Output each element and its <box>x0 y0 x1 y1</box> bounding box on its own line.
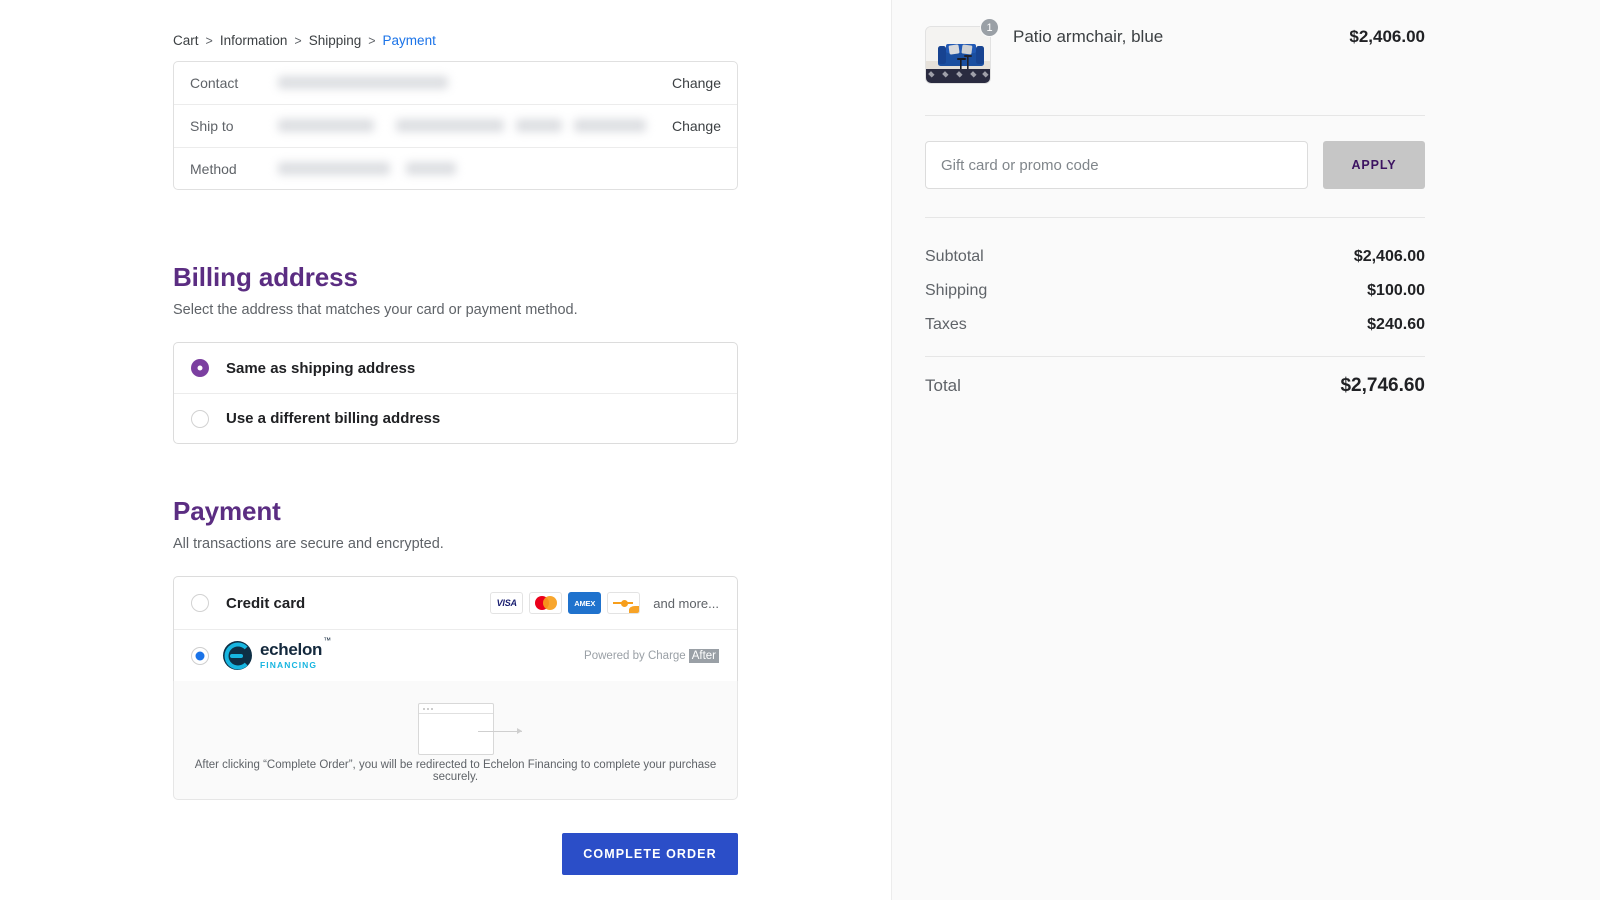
shipping-row: Shipping $100.00 <box>925 274 1425 308</box>
checkout-main-column: Cart > Information > Shipping > Payment … <box>0 0 891 900</box>
order-totals: Subtotal $2,406.00 Shipping $100.00 Taxe… <box>925 240 1425 405</box>
radio-selected-icon[interactable] <box>191 646 209 665</box>
discover-icon <box>607 592 641 614</box>
product-image <box>926 27 990 83</box>
method-row: Method <box>174 147 737 189</box>
trademark-icon: ™ <box>323 635 331 645</box>
visa-icon: VISA <box>490 592 524 614</box>
payment-option-echelon-financing[interactable]: echelon™ FINANCING Powered by Charge Afte… <box>174 629 737 681</box>
order-summary-panel: 1 Patio armchair, blue $2,406.00 APPLY S… <box>891 0 1600 900</box>
order-details-card: Contact Change Ship to Change Method <box>173 61 738 190</box>
shipping-label: Shipping <box>925 282 988 299</box>
total-value: $2,746.60 <box>1340 375 1425 396</box>
divider <box>925 217 1425 218</box>
breadcrumb-item-information[interactable]: Information <box>220 33 288 48</box>
quantity-badge: 1 <box>980 18 999 37</box>
product-thumbnail <box>925 26 991 84</box>
subtotal-row: Subtotal $2,406.00 <box>925 240 1425 274</box>
powered-by-text: Powered by Charge <box>584 649 686 662</box>
contact-value-redacted <box>278 73 672 93</box>
payment-option-credit-card[interactable]: Credit card VISA AMEX and more... <box>174 577 737 629</box>
payment-section: Payment All transactions are secure and … <box>173 496 738 875</box>
billing-option-same-as-shipping[interactable]: Same as shipping address <box>174 343 737 393</box>
contact-label: Contact <box>190 75 239 91</box>
billing-address-subtitle: Select the address that matches your car… <box>173 302 578 318</box>
breadcrumb-separator: > <box>294 33 302 48</box>
browser-window-icon <box>417 703 494 755</box>
subtotal-label: Subtotal <box>925 248 984 265</box>
ship-to-row: Ship to Change <box>174 104 737 147</box>
subtotal-value: $2,406.00 <box>1353 248 1425 265</box>
card-brand-icons: VISA AMEX and more... <box>490 592 719 614</box>
contact-row: Contact Change <box>174 62 737 104</box>
breadcrumb-item-cart[interactable]: Cart <box>173 33 199 48</box>
mastercard-icon <box>529 592 563 614</box>
ship-to-change-link[interactable]: Change <box>672 118 721 134</box>
billing-address-options: Same as shipping address Use a different… <box>173 342 738 444</box>
redirect-notice-box: After clicking “Complete Order”, you wil… <box>173 681 738 800</box>
radio-unselected-icon[interactable] <box>191 409 209 428</box>
redirect-notice-text: After clicking “Complete Order”, you wil… <box>194 759 717 783</box>
breadcrumb: Cart > Information > Shipping > Payment <box>173 0 738 48</box>
radio-selected-icon[interactable] <box>191 359 209 377</box>
chargeafter-badge: After <box>688 648 719 663</box>
taxes-value: $240.60 <box>1367 316 1425 333</box>
method-value-redacted <box>278 159 721 179</box>
breadcrumb-item-payment[interactable]: Payment <box>383 33 436 48</box>
breadcrumb-separator: > <box>205 33 213 48</box>
product-price: $2,406.00 <box>1349 27 1425 46</box>
shipping-value: $100.00 <box>1367 282 1425 299</box>
ship-to-label: Ship to <box>190 118 234 134</box>
contact-change-link[interactable]: Change <box>672 75 721 91</box>
radio-unselected-icon[interactable] <box>191 594 209 612</box>
taxes-label: Taxes <box>925 316 967 333</box>
payment-subtitle: All transactions are secure and encrypte… <box>173 536 444 552</box>
amex-icon: AMEX <box>568 592 602 614</box>
billing-address-section: Billing address Select the address that … <box>173 262 738 444</box>
billing-option-different-address[interactable]: Use a different billing address <box>174 393 737 443</box>
browser-redirect-illustration <box>174 699 737 759</box>
payment-method-options: Credit card VISA AMEX and more... echelo… <box>173 576 738 681</box>
promo-code-input[interactable] <box>925 141 1308 189</box>
grand-total-row: Total $2,746.60 <box>925 357 1425 405</box>
echelon-financing-logo: echelon™ FINANCING <box>223 635 331 671</box>
credit-card-label: Credit card <box>226 594 306 612</box>
echelon-brand-name: echelon™ <box>260 635 331 660</box>
promo-code-row: APPLY <box>925 141 1425 189</box>
complete-order-button[interactable]: COMPLETE ORDER <box>562 833 738 875</box>
taxes-row: Taxes $240.60 <box>925 308 1425 342</box>
payment-title: Payment <box>173 496 281 526</box>
powered-by-chargeafter: Powered by Charge After <box>584 648 719 663</box>
breadcrumb-separator: > <box>368 33 376 48</box>
more-cards-label: and more... <box>653 595 719 611</box>
ship-to-value-redacted <box>278 116 672 136</box>
billing-option-label: Same as shipping address <box>226 359 416 377</box>
checkout-page: Cart > Information > Shipping > Payment … <box>0 0 1600 900</box>
divider <box>925 115 1425 116</box>
echelon-brand-tagline: FINANCING <box>260 660 318 671</box>
breadcrumb-item-shipping[interactable]: Shipping <box>309 33 362 48</box>
product-name: Patio armchair, blue <box>1013 27 1164 46</box>
billing-option-label: Use a different billing address <box>226 410 441 427</box>
echelon-mark-icon <box>223 641 252 670</box>
method-label: Method <box>190 160 237 177</box>
arrow-right-icon <box>477 728 522 734</box>
cart-line-item: 1 Patio armchair, blue $2,406.00 <box>925 0 1425 84</box>
billing-address-title: Billing address <box>173 262 358 292</box>
total-label: Total <box>925 376 961 395</box>
apply-promo-button[interactable]: APPLY <box>1323 141 1425 189</box>
